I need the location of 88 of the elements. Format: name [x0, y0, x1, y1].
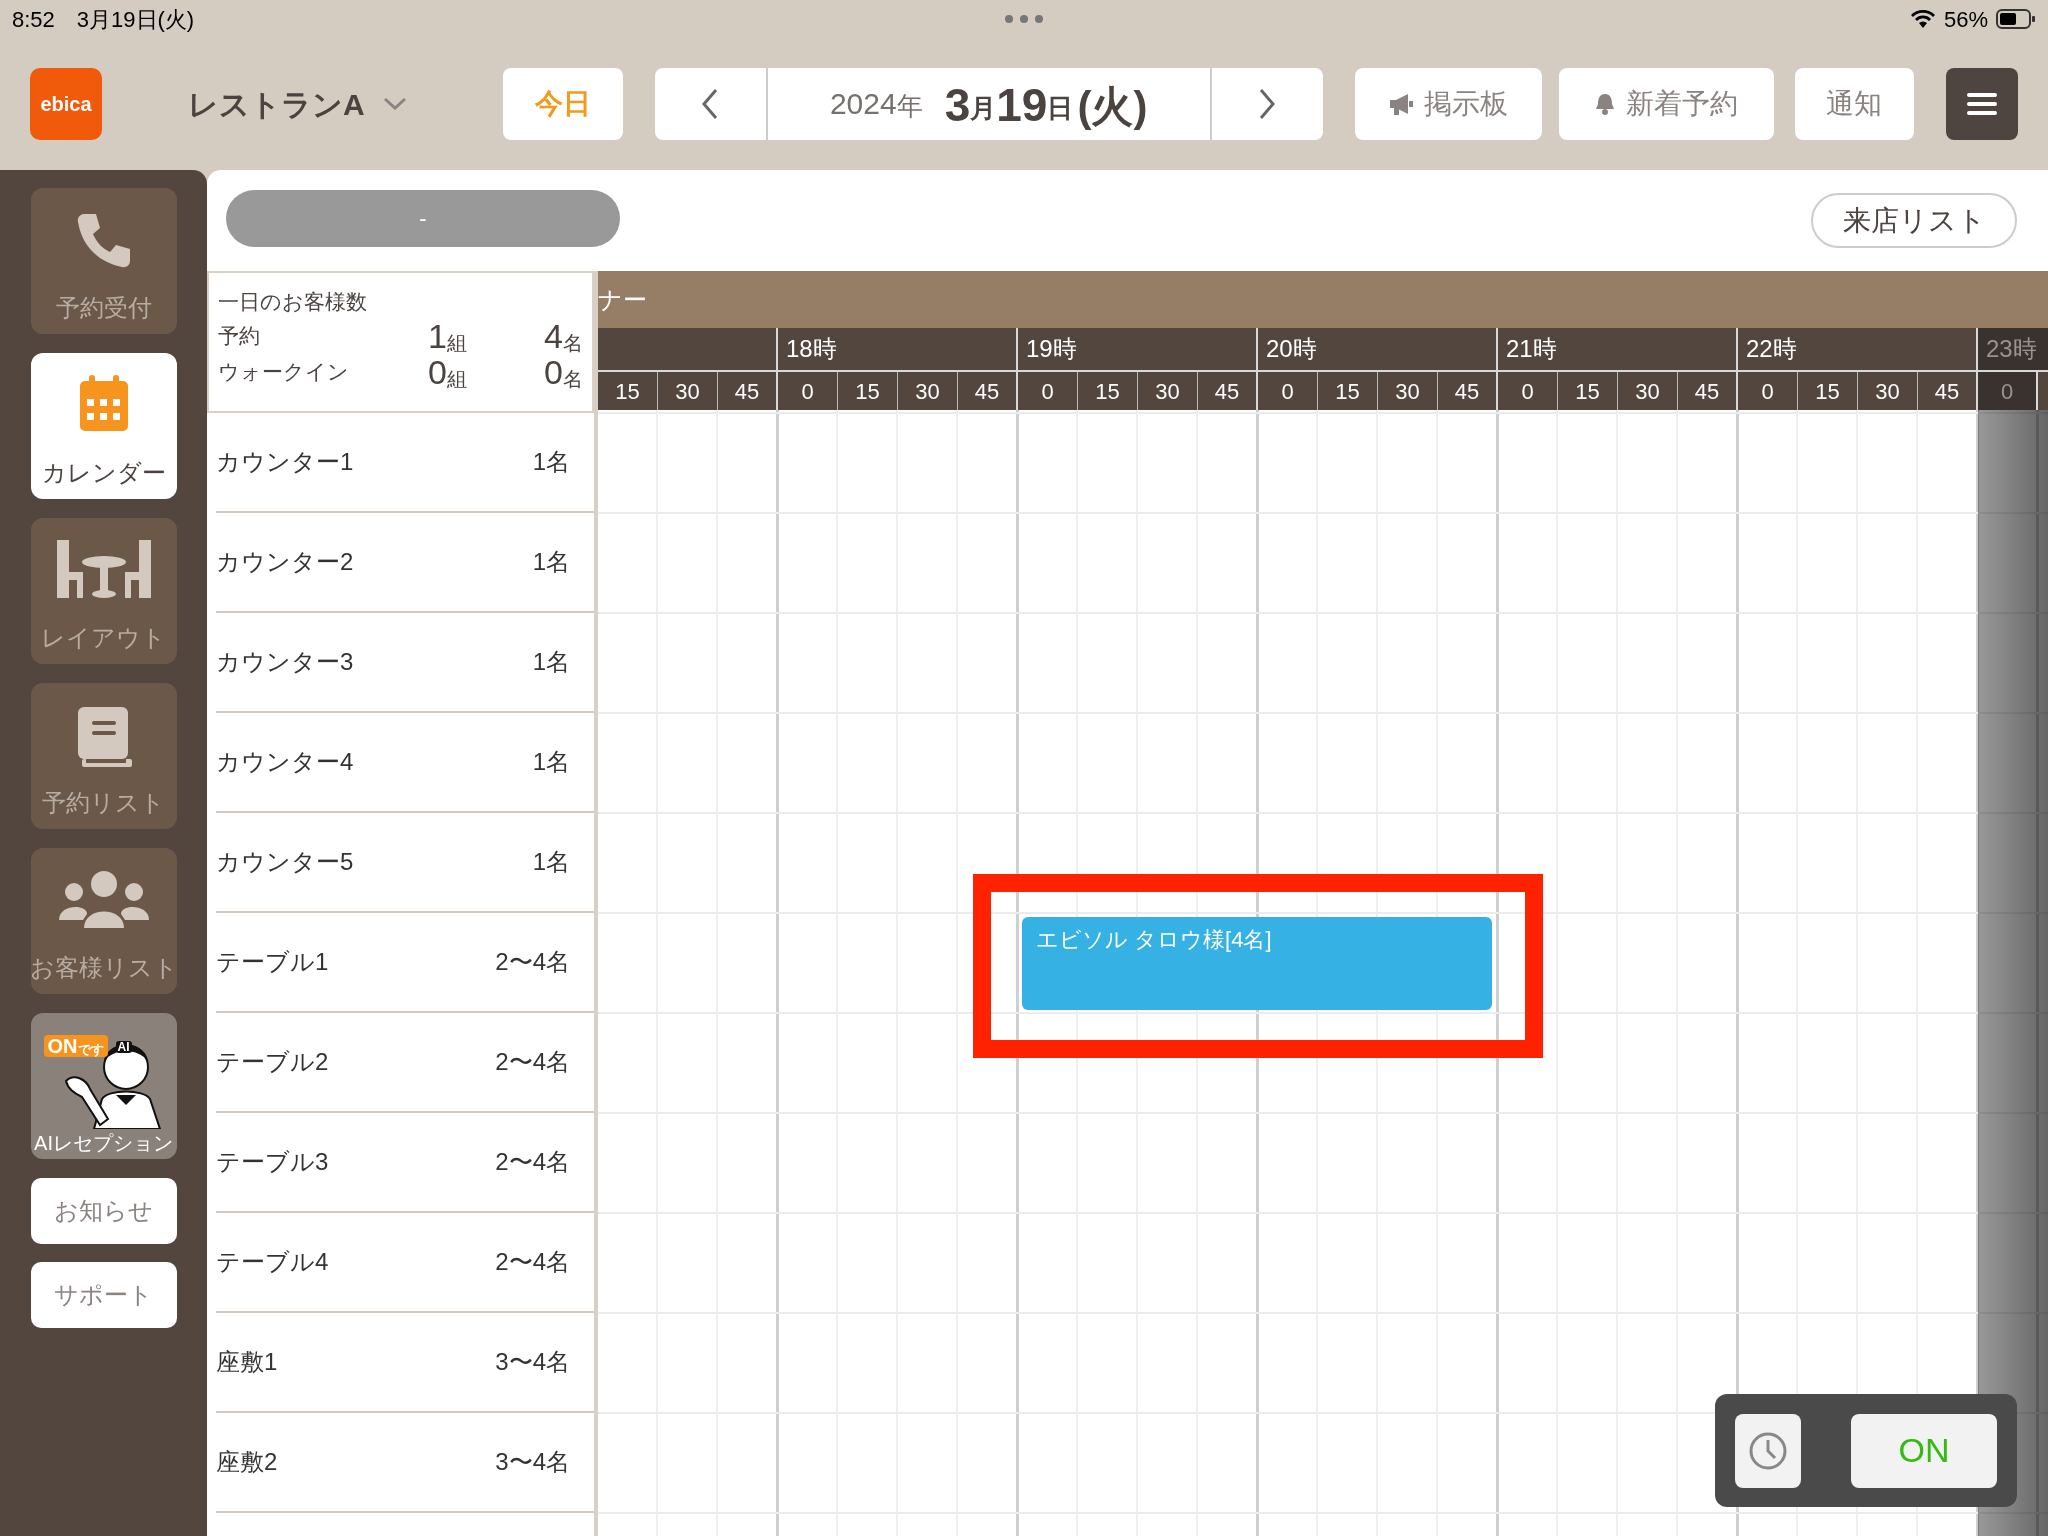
people-count: 0名	[544, 355, 583, 389]
clock-button[interactable]	[1735, 1413, 1801, 1488]
clock-icon	[1748, 1430, 1788, 1471]
group-count: 0組	[428, 355, 468, 389]
seat-name: テーブル1	[216, 947, 329, 977]
minute-label: 15	[1318, 372, 1378, 410]
chevron-left-icon	[701, 88, 720, 120]
seat-capacity: 3〜4名	[495, 1347, 570, 1377]
seat-capacity: 1名	[532, 447, 570, 477]
visit-list-button[interactable]: 来店リスト	[1811, 193, 2017, 248]
new-reservations-button[interactable]: 新着予約	[1558, 68, 1774, 140]
battery-icon	[1996, 9, 2036, 29]
minute-label: 30	[898, 372, 958, 410]
on-toggle-button[interactable]: ON	[1851, 1413, 1997, 1488]
summary-label: ウォークイン	[218, 358, 350, 385]
minute-label: 30	[1138, 372, 1198, 410]
seat-name: カウンター1	[216, 447, 354, 477]
book-icon	[75, 705, 132, 769]
reservation-block[interactable]: エビソル タロウ様[4名]	[1022, 917, 1492, 1010]
minute-label: 15	[1078, 372, 1138, 410]
minute-label: 0	[778, 372, 838, 410]
cap-label: AI	[115, 1041, 132, 1053]
seat-capacity: 2〜4名	[495, 1047, 570, 1077]
layout-icon	[56, 540, 151, 600]
minute-label: 15	[838, 372, 898, 410]
seat-capacity: 1名	[532, 747, 570, 777]
sidebar-link-button[interactable]: お知らせ	[30, 1178, 177, 1244]
seat-name: カウンター4	[216, 747, 354, 777]
seat-capacity: 1名	[532, 647, 570, 677]
hour-label: 23時	[1978, 328, 2048, 370]
summary-title: 一日のお客様数	[218, 289, 368, 315]
app-logo[interactable]: ebica	[30, 68, 102, 140]
seat-name: テーブル4	[216, 1247, 329, 1277]
sidebar-nav-item[interactable]: ONです AI AIレセプション	[30, 1013, 177, 1159]
more-icon	[1004, 14, 1044, 24]
seat-capacity: 2〜4名	[495, 1247, 570, 1277]
seat-name: カウンター3	[216, 647, 354, 677]
seat-name: テーブル3	[216, 1147, 329, 1177]
minute-label: 0	[1018, 372, 1078, 410]
summary-label: 予約	[218, 322, 261, 349]
group-count: 1組	[428, 319, 468, 353]
seat-capacity: 2〜4名	[495, 1147, 570, 1177]
megaphone-icon	[1388, 92, 1415, 116]
seat-name: 座敷1	[216, 1347, 278, 1377]
clock-time: 8:52	[12, 5, 55, 34]
sidebar-nav-item[interactable]: お客様リスト	[30, 848, 177, 994]
speech-bubble: ONです	[43, 1035, 108, 1057]
filter-pill-button[interactable]: -	[226, 190, 620, 247]
current-date: 2024年 3月 19日(火)	[828, 78, 1149, 133]
minute-label: 0	[1258, 372, 1318, 410]
seat-capacity: 1名	[532, 847, 570, 877]
area-label: ナー	[598, 284, 647, 315]
menu-button[interactable]	[1946, 68, 2018, 140]
minute-label: 0	[1738, 372, 1798, 410]
bulletin-board-button[interactable]: 掲示板	[1354, 68, 1542, 140]
minute-label: 15	[1798, 372, 1858, 410]
sidebar-link-button[interactable]: サポート	[30, 1262, 177, 1328]
minute-label: 15	[598, 372, 658, 410]
minute-label: 30	[1378, 372, 1438, 410]
status-date: 3月19日(火)	[76, 5, 195, 34]
minute-label: 30	[658, 372, 718, 410]
people-count: 4名	[544, 319, 583, 353]
restaurant-dropdown[interactable]: レストランA	[188, 81, 407, 127]
seat-capacity: 1名	[532, 547, 570, 577]
seat-name: 座敷2	[216, 1447, 278, 1477]
seat-name: カウンター5	[216, 847, 354, 877]
seat-capacity: 3〜4名	[495, 1447, 570, 1477]
bell-icon	[1594, 92, 1617, 116]
minute-label: 30	[1858, 372, 1918, 410]
minute-label: 15	[1558, 372, 1618, 410]
seat-capacity: 2〜4名	[495, 947, 570, 977]
chevron-down-icon	[382, 97, 407, 111]
notifications-button[interactable]: 通知	[1794, 68, 1914, 140]
sidebar-nav-item[interactable]: レイアウト	[30, 518, 177, 664]
battery-percent: 56%	[1943, 5, 1988, 34]
sidebar-nav-item[interactable]: 予約リスト	[30, 683, 177, 829]
menu-icon	[1967, 92, 1997, 116]
wifi-icon	[1909, 9, 1936, 29]
minute-label: 0	[1498, 372, 1558, 410]
seat-name: テーブル2	[216, 1047, 329, 1077]
minute-label: 30	[1618, 372, 1678, 410]
sidebar-nav-item[interactable]: 予約受付	[30, 188, 177, 334]
sidebar-nav-item[interactable]: カレンダー	[30, 353, 177, 499]
chevron-right-icon	[1258, 88, 1277, 120]
minute-label: 0	[1978, 372, 2038, 410]
seat-name: カウンター2	[216, 547, 354, 577]
today-button[interactable]: 今日	[502, 68, 623, 140]
calendar-icon	[78, 375, 129, 431]
